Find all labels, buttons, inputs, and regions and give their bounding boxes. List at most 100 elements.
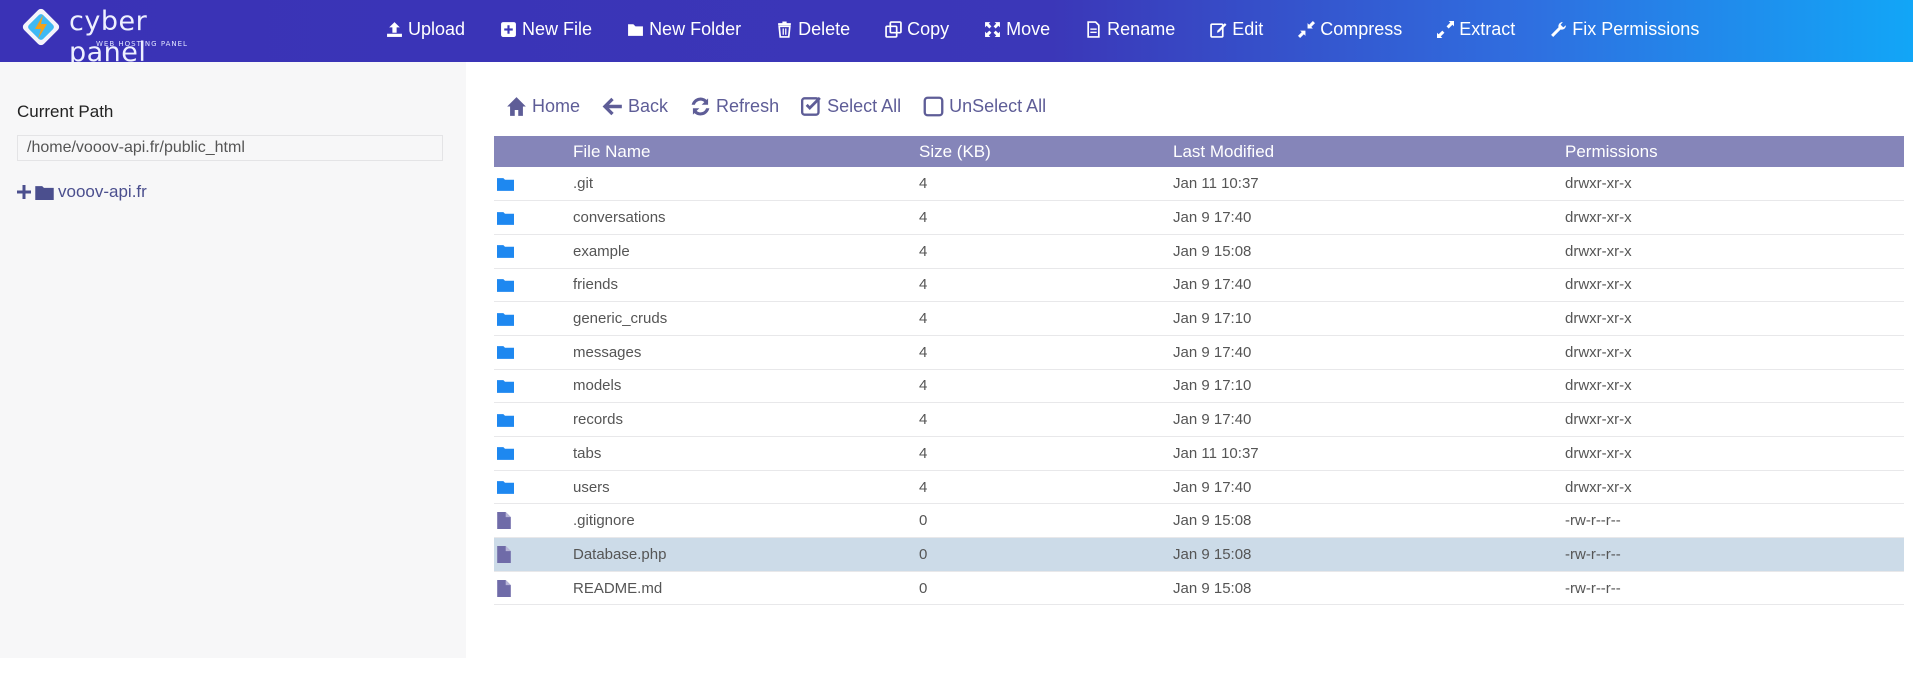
back-button[interactable]: Back (602, 96, 668, 117)
row-last-modified: Jan 11 10:37 (1173, 444, 1259, 462)
row-size: 4 (919, 444, 928, 462)
delete-label: Delete (798, 18, 851, 39)
row-last-modified: Jan 9 17:40 (1173, 209, 1252, 227)
sidebar: Current Path /home/vooov-api.fr/public_h… (0, 62, 466, 658)
table-row[interactable]: .git 4 Jan 11 10:37 drwxr-xr-x (494, 167, 1904, 201)
row-last-modified: Jan 9 17:40 (1173, 343, 1252, 361)
folder-icon (497, 211, 514, 225)
tree-item-vooov-api[interactable]: vooov-api.fr (17, 182, 147, 202)
table-row[interactable]: models 4 Jan 9 17:10 drwxr-xr-x (494, 369, 1904, 403)
table-row[interactable]: example 4 Jan 9 15:08 drwxr-xr-x (494, 234, 1904, 269)
extract-button[interactable]: Extract (1437, 0, 1515, 58)
copy-button[interactable]: Copy (885, 0, 949, 58)
folder-icon (497, 481, 514, 494)
fix-permissions-label: Fix Permissions (1572, 18, 1700, 39)
edit-button[interactable]: Edit (1210, 0, 1263, 58)
table-row[interactable]: generic_cruds 4 Jan 9 17:10 drwxr-xr-x (494, 302, 1904, 336)
row-permissions: drwxr-xr-x (1565, 175, 1632, 193)
home-button[interactable]: Home (506, 96, 580, 117)
row-permissions: drwxr-xr-x (1565, 310, 1632, 328)
row-type-icon (494, 201, 573, 235)
row-file-name[interactable]: .git (573, 167, 919, 201)
folder-icon (497, 346, 514, 360)
navigation-actions: Home Back Refresh Select All UnSelect Al… (506, 96, 1068, 117)
row-file-name[interactable]: models (573, 369, 919, 403)
table-row[interactable]: .gitignore 0 Jan 9 15:08 -rw-r--r-- (494, 504, 1904, 538)
row-permissions: drwxr-xr-x (1565, 276, 1632, 294)
cyberpanel-logo[interactable]: cyber panel WEB HOSTING PANEL (20, 4, 220, 68)
current-path-field[interactable]: /home/vooov-api.fr/public_html (17, 135, 443, 161)
row-last-modified: Jan 9 17:10 (1173, 310, 1252, 328)
table-row[interactable]: tabs 4 Jan 11 10:37 drwxr-xr-x (494, 437, 1904, 471)
table-row[interactable]: friends 4 Jan 9 17:40 drwxr-xr-x (494, 268, 1904, 302)
row-last-modified: Jan 9 15:08 (1173, 579, 1252, 597)
header-size[interactable]: Size (KB) (919, 136, 1173, 167)
compress-button[interactable]: Compress (1298, 0, 1402, 58)
rename-button[interactable]: Rename (1085, 0, 1175, 58)
row-file-name[interactable]: Database.php (573, 538, 919, 572)
row-file-name[interactable]: .gitignore (573, 504, 919, 538)
move-arrows-icon (985, 21, 1001, 37)
row-size: 4 (919, 411, 928, 429)
folder-icon (497, 245, 514, 259)
row-file-name[interactable]: README.md (573, 571, 919, 605)
copy-icon (885, 20, 902, 38)
row-type-icon (494, 403, 573, 437)
table-row[interactable]: messages 4 Jan 9 17:40 drwxr-xr-x (494, 335, 1904, 370)
row-file-name[interactable]: tabs (573, 437, 919, 471)
plus-square-icon (501, 21, 516, 37)
row-file-name[interactable]: records (573, 403, 919, 437)
expand-icon (1437, 20, 1455, 38)
row-type-icon (494, 571, 573, 605)
header-file-name[interactable]: File Name (573, 136, 919, 167)
table-row[interactable]: records 4 Jan 9 17:40 drwxr-xr-x (494, 403, 1904, 437)
row-last-modified: Jan 9 15:08 (1173, 545, 1252, 563)
new-folder-button[interactable]: New Folder (627, 0, 741, 58)
delete-button[interactable]: Delete (776, 0, 850, 58)
table-row[interactable]: users 4 Jan 9 17:40 drwxr-xr-x (494, 470, 1904, 504)
plus-icon[interactable] (17, 185, 31, 199)
header-permissions[interactable]: Permissions (1565, 136, 1904, 167)
row-last-modified: Jan 9 17:40 (1173, 411, 1252, 429)
row-last-modified: Jan 9 17:40 (1173, 276, 1252, 294)
file-icon (497, 512, 511, 530)
table-row[interactable]: README.md 0 Jan 9 15:08 -rw-r--r-- (494, 571, 1904, 605)
row-file-name[interactable]: conversations (573, 201, 919, 235)
edit-label: Edit (1232, 18, 1264, 39)
compress-label: Compress (1320, 18, 1403, 39)
row-last-modified: Jan 11 10:37 (1173, 175, 1259, 193)
row-size: 4 (919, 343, 928, 361)
row-type-icon (494, 538, 573, 572)
folder-icon (497, 380, 514, 393)
row-file-name[interactable]: messages (573, 335, 919, 369)
refresh-button[interactable]: Refresh (690, 96, 779, 117)
select-all-button[interactable]: Select All (801, 96, 901, 117)
move-button[interactable]: Move (984, 0, 1050, 58)
row-permissions: drwxr-xr-x (1565, 343, 1632, 361)
header-last-modified[interactable]: Last Modified (1173, 136, 1565, 167)
table-row[interactable]: Database.php 0 Jan 9 15:08 -rw-r--r-- (494, 537, 1904, 572)
table-row[interactable]: conversations 4 Jan 9 17:40 drwxr-xr-x (494, 201, 1904, 235)
row-permissions: drwxr-xr-x (1565, 242, 1632, 260)
row-type-icon (494, 470, 573, 504)
cyberpanel-logo-icon (22, 8, 60, 46)
row-permissions: drwxr-xr-x (1565, 411, 1632, 429)
upload-button[interactable]: Upload (386, 0, 465, 58)
row-last-modified: Jan 9 17:40 (1173, 478, 1252, 496)
fix-permissions-button[interactable]: Fix Permissions (1550, 0, 1699, 58)
row-file-name[interactable]: example (573, 234, 919, 268)
top-navigation-bar: cyber panel WEB HOSTING PANEL Upload New… (0, 0, 1913, 68)
row-size: 4 (919, 310, 928, 328)
row-last-modified: Jan 9 15:08 (1173, 512, 1252, 530)
upload-label: Upload (408, 18, 466, 39)
current-path-label: Current Path (17, 102, 114, 121)
back-label: Back (628, 96, 669, 116)
unselect-all-button[interactable]: UnSelect All (923, 96, 1046, 117)
row-file-name[interactable]: generic_cruds (573, 302, 919, 336)
refresh-icon (691, 97, 710, 116)
row-file-name[interactable]: friends (573, 268, 919, 302)
new-file-button[interactable]: New File (500, 0, 592, 58)
row-file-name[interactable]: users (573, 470, 919, 504)
row-permissions: drwxr-xr-x (1565, 209, 1632, 227)
header-icon-column (494, 136, 573, 167)
